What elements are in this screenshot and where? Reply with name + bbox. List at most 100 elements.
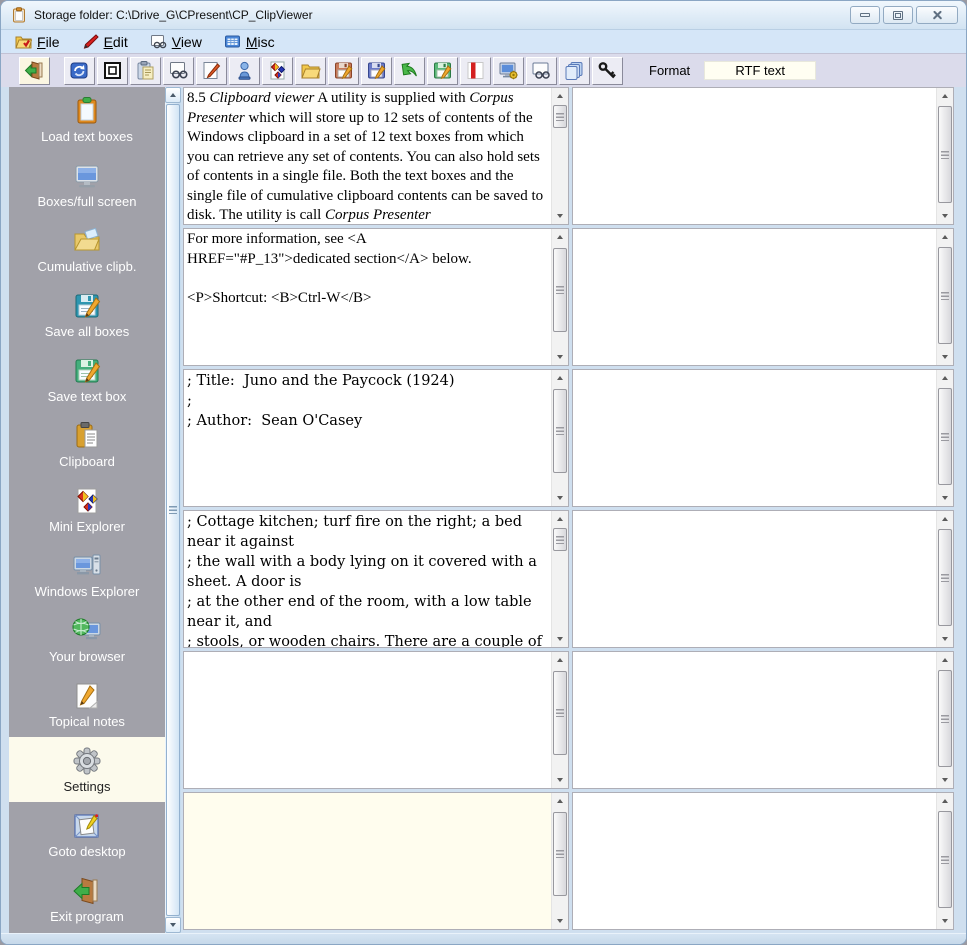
scroll-thumb[interactable]	[938, 106, 952, 203]
scroll-up-arrow[interactable]	[937, 793, 953, 809]
toolbar-button-key[interactable]	[592, 57, 623, 85]
menu-view[interactable]: View	[144, 32, 212, 52]
sidebar-item-settings[interactable]: Settings	[9, 737, 165, 802]
sidebar-item-goto-desktop[interactable]: Goto desktop	[9, 802, 165, 867]
minimize-button[interactable]	[850, 6, 880, 24]
scroll-thumb[interactable]	[553, 389, 567, 473]
scroll-down-arrow[interactable]	[937, 772, 953, 788]
text-box-4-content[interactable]: ; Cottage kitchen; turf fire on the righ…	[184, 511, 551, 647]
scroll-up-arrow[interactable]	[937, 88, 953, 104]
sidebar-item-cumulative-clipb[interactable]: Cumulative clipb.	[9, 217, 165, 282]
sidebar-item-windows-explorer[interactable]: Windows Explorer	[9, 542, 165, 607]
scroll-thumb[interactable]	[553, 105, 567, 128]
toolbar-button-windows-stack[interactable]	[559, 57, 590, 85]
toolbar-button-save-green[interactable]	[427, 57, 458, 85]
right-box-3-content[interactable]	[573, 370, 936, 506]
scroll-up-arrow[interactable]	[937, 511, 953, 527]
right-box-6-scrollbar[interactable]	[936, 793, 953, 929]
sidebar-scroll-down-arrow[interactable]	[165, 917, 181, 933]
toolbar-button-box[interactable]	[97, 57, 128, 85]
toolbar-button-screen-settings[interactable]	[493, 57, 524, 85]
right-box-3-scrollbar[interactable]	[936, 370, 953, 506]
right-box-5-scrollbar[interactable]	[936, 652, 953, 788]
maximize-button[interactable]	[883, 6, 913, 24]
scroll-down-arrow[interactable]	[552, 631, 568, 647]
scroll-up-arrow[interactable]	[552, 793, 568, 809]
toolbar-button-paste[interactable]	[130, 57, 161, 85]
sidebar-item-save-text-box[interactable]: Save text box	[9, 347, 165, 412]
title-bar[interactable]: Storage folder: C:\Drive_G\CPresent\CP_C…	[1, 1, 966, 29]
right-box-6-content[interactable]	[573, 793, 936, 929]
toolbar-button-mini-explorer[interactable]	[262, 57, 293, 85]
scroll-down-arrow[interactable]	[937, 913, 953, 929]
scroll-down-arrow[interactable]	[552, 349, 568, 365]
scroll-thumb[interactable]	[553, 248, 567, 332]
scroll-down-arrow[interactable]	[937, 490, 953, 506]
text-box-5-scrollbar[interactable]	[551, 652, 568, 788]
scroll-thumb[interactable]	[938, 670, 952, 767]
scroll-up-arrow[interactable]	[937, 370, 953, 386]
scroll-up-arrow[interactable]	[552, 370, 568, 386]
scroll-down-arrow[interactable]	[552, 772, 568, 788]
toolbar-button-return[interactable]	[394, 57, 425, 85]
right-box-2-content[interactable]	[573, 229, 936, 365]
right-box-2-scrollbar[interactable]	[936, 229, 953, 365]
toolbar-button-view-boxes[interactable]	[163, 57, 194, 85]
scroll-down-arrow[interactable]	[552, 490, 568, 506]
scroll-thumb[interactable]	[938, 529, 952, 626]
toolbar-button-open-folder[interactable]	[295, 57, 326, 85]
scroll-up-arrow[interactable]	[552, 229, 568, 245]
right-box-5-content[interactable]	[573, 652, 936, 788]
toolbar-button-red-bar[interactable]	[460, 57, 491, 85]
text-box-3-content[interactable]: ; Title: Juno and the Paycock (1924) ; ;…	[184, 370, 551, 506]
format-value-field[interactable]: RTF text	[704, 61, 816, 80]
scroll-thumb[interactable]	[938, 811, 952, 908]
sidebar-item-save-all-boxes[interactable]: Save all boxes	[9, 282, 165, 347]
text-box-1-scrollbar[interactable]	[551, 88, 568, 224]
sidebar-item-clipboard[interactable]: Clipboard	[9, 412, 165, 477]
text-box-6-scrollbar[interactable]	[551, 793, 568, 929]
sidebar-item-boxes-full-screen[interactable]: Boxes/full screen	[9, 152, 165, 217]
close-button[interactable]	[916, 6, 958, 24]
toolbar-button-program[interactable]	[64, 57, 95, 85]
toolbar-button-exit[interactable]	[19, 57, 50, 85]
text-box-2-content[interactable]: For more information, see <A HREF="#P_13…	[184, 229, 551, 365]
menu-edit[interactable]: Edit	[76, 32, 138, 52]
scroll-down-arrow[interactable]	[937, 349, 953, 365]
scroll-up-arrow[interactable]	[552, 88, 568, 104]
right-box-4-scrollbar[interactable]	[936, 511, 953, 647]
scroll-thumb[interactable]	[553, 671, 567, 755]
scroll-up-arrow[interactable]	[937, 652, 953, 668]
sidebar-item-mini-explorer[interactable]: Mini Explorer	[9, 477, 165, 542]
sidebar-scrollbar[interactable]	[165, 87, 181, 933]
text-box-6-content[interactable]	[184, 793, 551, 929]
toolbar-button-edit-note[interactable]	[196, 57, 227, 85]
scroll-down-arrow[interactable]	[552, 913, 568, 929]
sidebar-item-topical-notes[interactable]: Topical notes	[9, 672, 165, 737]
scroll-thumb[interactable]	[553, 528, 567, 551]
sidebar-scroll-up-arrow[interactable]	[165, 87, 181, 103]
menu-file[interactable]: File	[9, 32, 70, 52]
right-box-4-content[interactable]	[573, 511, 936, 647]
scroll-down-arrow[interactable]	[552, 208, 568, 224]
toolbar-button-screen-preview[interactable]	[526, 57, 557, 85]
scroll-up-arrow[interactable]	[552, 511, 568, 527]
scroll-up-arrow[interactable]	[937, 229, 953, 245]
scroll-down-arrow[interactable]	[937, 208, 953, 224]
menu-misc[interactable]: Misc	[218, 32, 285, 52]
toolbar-button-figure[interactable]	[229, 57, 260, 85]
text-box-3-scrollbar[interactable]	[551, 370, 568, 506]
scroll-thumb[interactable]	[938, 247, 952, 344]
text-box-2-scrollbar[interactable]	[551, 229, 568, 365]
text-box-4-scrollbar[interactable]	[551, 511, 568, 647]
sidebar-item-load-text-boxes[interactable]: Load text boxes	[9, 87, 165, 152]
sidebar-item-your-browser[interactable]: Your browser	[9, 607, 165, 672]
text-box-1-content[interactable]: 8.5 Clipboard viewer A utility is suppli…	[184, 88, 551, 224]
toolbar-button-save-red[interactable]	[328, 57, 359, 85]
scroll-up-arrow[interactable]	[552, 652, 568, 668]
scroll-down-arrow[interactable]	[937, 631, 953, 647]
scroll-thumb[interactable]	[553, 812, 567, 896]
toolbar-button-save-blue[interactable]	[361, 57, 392, 85]
right-box-1-content[interactable]	[573, 88, 936, 224]
right-box-1-scrollbar[interactable]	[936, 88, 953, 224]
